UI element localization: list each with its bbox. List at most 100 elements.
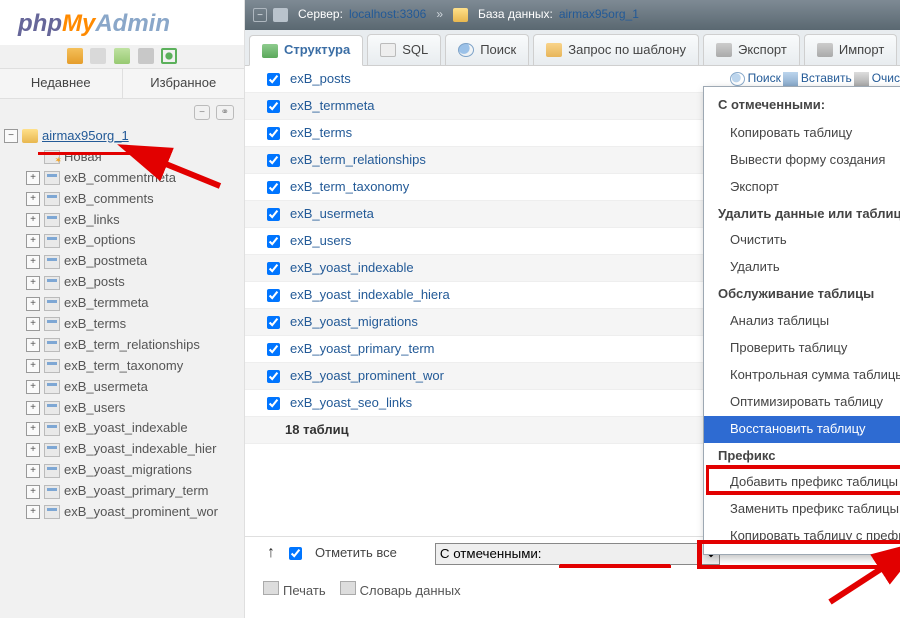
menu-item[interactable]: Восстановить таблицу [704,416,900,443]
menu-item[interactable]: Заменить префикс таблицы [704,496,900,523]
tree-toggle-icon[interactable] [26,380,40,394]
tab-search[interactable]: Поиск [445,34,529,65]
print-link[interactable]: Печать [263,581,326,600]
tree-table-node[interactable]: exB_usermeta [4,377,244,398]
table-name-link[interactable]: exB_yoast_indexable [290,260,414,277]
tree-table-node[interactable]: exB_options [4,230,244,251]
row-checkbox[interactable] [267,154,280,167]
tree-toggle-icon[interactable] [26,338,40,352]
row-checkbox[interactable] [267,181,280,194]
tree-toggle-icon[interactable] [26,213,40,227]
table-name-link[interactable]: exB_users [290,233,351,250]
tree-toggle-icon[interactable] [4,129,18,143]
tree-table-node[interactable]: exB_yoast_prominent_wor [4,502,244,523]
data-dictionary-link[interactable]: Словарь данных [340,581,461,600]
row-checkbox[interactable] [267,127,280,140]
action-search[interactable]: Поиск [730,71,781,87]
table-name-link[interactable]: exB_yoast_prominent_wor [290,368,444,385]
row-checkbox[interactable] [267,343,280,356]
server-link[interactable]: localhost:3306 [349,7,426,23]
action-empty[interactable]: Очис [854,71,900,87]
db-name[interactable]: airmax95org_1 [42,128,129,145]
row-checkbox[interactable] [267,208,280,221]
action-insert[interactable]: Вставить [783,71,852,87]
table-name-link[interactable]: exB_term_relationships [290,152,426,169]
tree-toggle-icon[interactable] [26,297,40,311]
tree-toggle-icon[interactable] [26,359,40,373]
tab-sql[interactable]: SQL [367,34,441,65]
reload-icon[interactable] [161,48,177,64]
link-icon[interactable]: ⚭ [216,105,234,120]
tree-table-node[interactable]: exB_yoast_primary_term [4,481,244,502]
menu-item[interactable]: Копировать таблицу с префиксом [704,523,900,550]
table-name-link[interactable]: exB_termmeta [290,98,375,115]
db-link[interactable]: airmax95org_1 [559,7,639,23]
tree-table-node[interactable]: exB_posts [4,272,244,293]
menu-item[interactable]: Экспорт [704,174,900,201]
menu-item[interactable]: Очистить [704,227,900,254]
check-all-checkbox[interactable] [289,547,302,560]
table-name-link[interactable]: exB_yoast_migrations [290,314,418,331]
logout-icon[interactable] [90,48,106,64]
collapse-all-icon[interactable]: − [194,105,210,120]
row-checkbox[interactable] [267,370,280,383]
tree-table-node[interactable]: exB_yoast_indexable [4,418,244,439]
table-name-link[interactable]: exB_terms [290,125,352,142]
row-checkbox[interactable] [267,397,280,410]
menu-item[interactable]: Проверить таблицу [704,335,900,362]
table-name-link[interactable]: exB_posts [290,71,351,88]
menu-item[interactable]: Контрольная сумма таблицы [704,362,900,389]
settings-icon[interactable] [138,48,154,64]
docs-icon[interactable] [114,48,130,64]
menu-item[interactable]: Оптимизировать таблицу [704,389,900,416]
table-name-link[interactable]: exB_yoast_indexable_hiera [290,287,450,304]
tree-toggle-icon[interactable] [26,422,40,436]
tree-table-node[interactable]: exB_terms [4,314,244,335]
tree-table-node[interactable]: exB_yoast_migrations [4,460,244,481]
tree-table-node[interactable]: exB_users [4,398,244,419]
table-name-link[interactable]: exB_yoast_seo_links [290,395,412,412]
tab-query[interactable]: Запрос по шаблону [533,34,699,65]
tree-toggle-icon[interactable] [26,443,40,457]
with-selected-dropdown[interactable]: С отмеченными: [435,543,720,565]
tab-import[interactable]: Импорт [804,34,897,65]
menu-item[interactable]: Анализ таблицы [704,308,900,335]
tree-table-node[interactable]: exB_termmeta [4,293,244,314]
tree-table-node[interactable]: exB_links [4,210,244,231]
tree-table-node[interactable]: exB_yoast_indexable_hier [4,439,244,460]
tab-favorite[interactable]: Избранное [123,69,245,98]
menu-item[interactable]: Добавить префикс таблицы [704,469,900,496]
tree-toggle-icon[interactable] [26,171,40,185]
check-all-label[interactable]: Отметить все [315,545,397,562]
menu-item[interactable]: Удалить [704,254,900,281]
menu-item[interactable]: Вывести форму создания [704,147,900,174]
row-checkbox[interactable] [267,289,280,302]
table-name-link[interactable]: exB_usermeta [290,206,374,223]
tree-toggle-icon[interactable] [26,276,40,290]
row-checkbox[interactable] [267,235,280,248]
tree-table-node[interactable]: exB_term_taxonomy [4,356,244,377]
menu-item[interactable]: Копировать таблицу [704,120,900,147]
table-name-link[interactable]: exB_yoast_primary_term [290,341,435,358]
tab-recent[interactable]: Недавнее [0,69,123,98]
panel-toggle-icon[interactable]: − [253,8,267,22]
tree-toggle-icon[interactable] [26,255,40,269]
tab-export[interactable]: Экспорт [703,34,800,65]
tree-toggle-icon[interactable] [26,192,40,206]
table-name-link[interactable]: exB_term_taxonomy [290,179,409,196]
tree-toggle-icon[interactable] [26,401,40,415]
row-checkbox[interactable] [267,262,280,275]
tree-db-node[interactable]: airmax95org_1 [4,126,244,147]
tree-toggle-icon[interactable] [26,234,40,248]
tree-toggle-icon[interactable] [26,317,40,331]
tree-toggle-icon[interactable] [26,505,40,519]
tree-toggle-icon[interactable] [26,464,40,478]
tab-structure[interactable]: Структура [249,35,363,66]
tree-table-node[interactable]: exB_postmeta [4,251,244,272]
row-checkbox[interactable] [267,73,280,86]
row-checkbox[interactable] [267,100,280,113]
home-icon[interactable] [67,48,83,64]
tree-toggle-icon[interactable] [26,485,40,499]
row-checkbox[interactable] [267,316,280,329]
tree-table-node[interactable]: exB_term_relationships [4,335,244,356]
